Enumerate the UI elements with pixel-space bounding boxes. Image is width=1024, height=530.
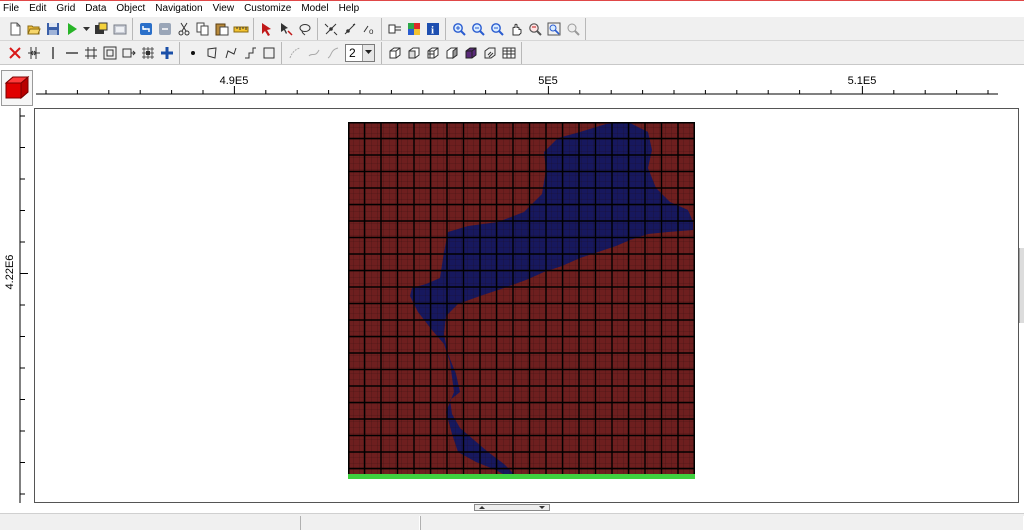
x-tick-label: 5E5 — [538, 75, 558, 87]
edge-select-icon[interactable] — [341, 20, 358, 38]
left-ruler: 4.22E6 — [4, 108, 28, 503]
info-icon[interactable]: i — [424, 20, 441, 38]
zoom-window-icon[interactable] — [469, 20, 486, 38]
copy-icon[interactable] — [194, 20, 211, 38]
cut-icon[interactable] — [175, 20, 192, 38]
model-grid[interactable] — [348, 122, 695, 481]
toolbar-node-group: o — [318, 17, 382, 40]
open-folder-icon[interactable] — [25, 20, 42, 38]
rectangle-icon[interactable] — [260, 44, 277, 62]
new-file-icon[interactable] — [6, 20, 23, 38]
undo-icon[interactable] — [137, 20, 154, 38]
menu-navigation[interactable]: Navigation — [150, 1, 207, 16]
select-node-icon[interactable] — [277, 20, 294, 38]
menu-object[interactable]: Object — [111, 1, 150, 16]
toolbar-select-group — [254, 17, 318, 40]
collapse-down-icon[interactable] — [539, 506, 545, 509]
grid-cell-icon[interactable] — [139, 44, 156, 62]
grid-icon[interactable] — [82, 44, 99, 62]
ruler-icon[interactable] — [232, 20, 249, 38]
run-icon[interactable] — [63, 20, 80, 38]
cube-top-icon[interactable] — [443, 44, 460, 62]
zoom-out-icon[interactable] — [488, 20, 505, 38]
delete-icon[interactable] — [6, 44, 23, 62]
collapse-up-icon[interactable] — [479, 506, 485, 509]
zoom-selection-icon[interactable] — [564, 20, 581, 38]
menu-customize[interactable]: Customize — [239, 1, 296, 16]
menu-file[interactable]: File — [0, 1, 24, 16]
layer-combo[interactable]: 2 — [345, 43, 375, 62]
bottom-splitter[interactable] — [474, 504, 550, 511]
vertex-icon[interactable]: o — [360, 20, 377, 38]
import-icon[interactable] — [92, 20, 109, 38]
toolbar-draw-group — [180, 41, 282, 64]
arc-icon — [286, 44, 303, 62]
refine-icon[interactable] — [101, 44, 118, 62]
pan-icon[interactable] — [507, 20, 524, 38]
curve-icon — [324, 44, 341, 62]
node-select-icon[interactable] — [322, 20, 339, 38]
chevron-down-icon[interactable] — [362, 44, 374, 61]
cube-front-icon[interactable] — [405, 44, 422, 62]
step-icon[interactable] — [241, 44, 258, 62]
menu-edit[interactable]: Edit — [24, 1, 51, 16]
export-icon[interactable] — [111, 20, 128, 38]
polyline-icon[interactable] — [222, 44, 239, 62]
insert-column-icon[interactable] — [25, 44, 42, 62]
layer-combo-value: 2 — [349, 45, 356, 60]
toolbar-edit-group — [133, 17, 254, 40]
svg-text:i: i — [431, 24, 434, 36]
right-splitter[interactable] — [1019, 248, 1024, 323]
menu-view[interactable]: View — [208, 1, 240, 16]
status-pane — [420, 516, 1024, 530]
layers-icon[interactable] — [386, 20, 403, 38]
menu-model[interactable]: Model — [296, 1, 333, 16]
horizontal-line-icon[interactable] — [63, 44, 80, 62]
zoom-extents-icon[interactable] — [545, 20, 562, 38]
menu-grid[interactable]: Grid — [51, 1, 80, 16]
point-icon[interactable] — [184, 44, 201, 62]
cube-side-icon[interactable] — [424, 44, 441, 62]
toolbar-display-group: i — [382, 17, 446, 40]
toolbar-grid: 2 — [0, 41, 1024, 65]
svg-text:o: o — [369, 27, 374, 36]
status-pane — [300, 516, 420, 530]
boundary-row — [348, 474, 695, 479]
cube-wire-icon[interactable] — [481, 44, 498, 62]
vertical-line-icon[interactable] — [44, 44, 61, 62]
toolbar-grid-edit-group — [2, 41, 180, 64]
color-map-icon[interactable] — [405, 20, 422, 38]
toolbar-main: o i — [0, 17, 1024, 41]
toolbar-curve-group: 2 — [282, 41, 382, 64]
cube-solid-icon[interactable] — [462, 44, 479, 62]
table-grid-icon[interactable] — [500, 44, 517, 62]
toolbar-zoom-group — [446, 17, 586, 40]
spline-icon — [305, 44, 322, 62]
select-arrow-icon[interactable] — [258, 20, 275, 38]
menu-help[interactable]: Help — [334, 1, 365, 16]
zoom-previous-icon[interactable] — [526, 20, 543, 38]
paste-icon[interactable] — [213, 20, 230, 38]
save-icon[interactable] — [44, 20, 61, 38]
toolbar-file-group — [2, 17, 133, 40]
merge-icon[interactable] — [120, 44, 137, 62]
toolbar-view-group — [382, 41, 522, 64]
view-orientation-button[interactable] — [1, 70, 33, 106]
x-tick-label: 4.9E5 — [220, 75, 249, 87]
x-tick-label: 5.1E5 — [848, 75, 877, 87]
lasso-icon[interactable] — [296, 20, 313, 38]
menu-bar: File Edit Grid Data Object Navigation Vi… — [0, 0, 1024, 16]
menu-data[interactable]: Data — [80, 1, 111, 16]
cube-view-icon[interactable] — [386, 44, 403, 62]
add-cross-icon[interactable] — [158, 44, 175, 62]
status-bar — [0, 513, 1024, 530]
y-tick-label: 4.22E6 — [4, 255, 16, 290]
top-ruler: 4.9E5 5E5 5.1E5 — [36, 75, 998, 95]
zoom-in-icon[interactable] — [450, 20, 467, 38]
red-cube-icon — [4, 74, 30, 103]
redo-icon[interactable] — [156, 20, 173, 38]
run-dropdown-icon[interactable] — [82, 20, 90, 38]
polygon-icon[interactable] — [203, 44, 220, 62]
